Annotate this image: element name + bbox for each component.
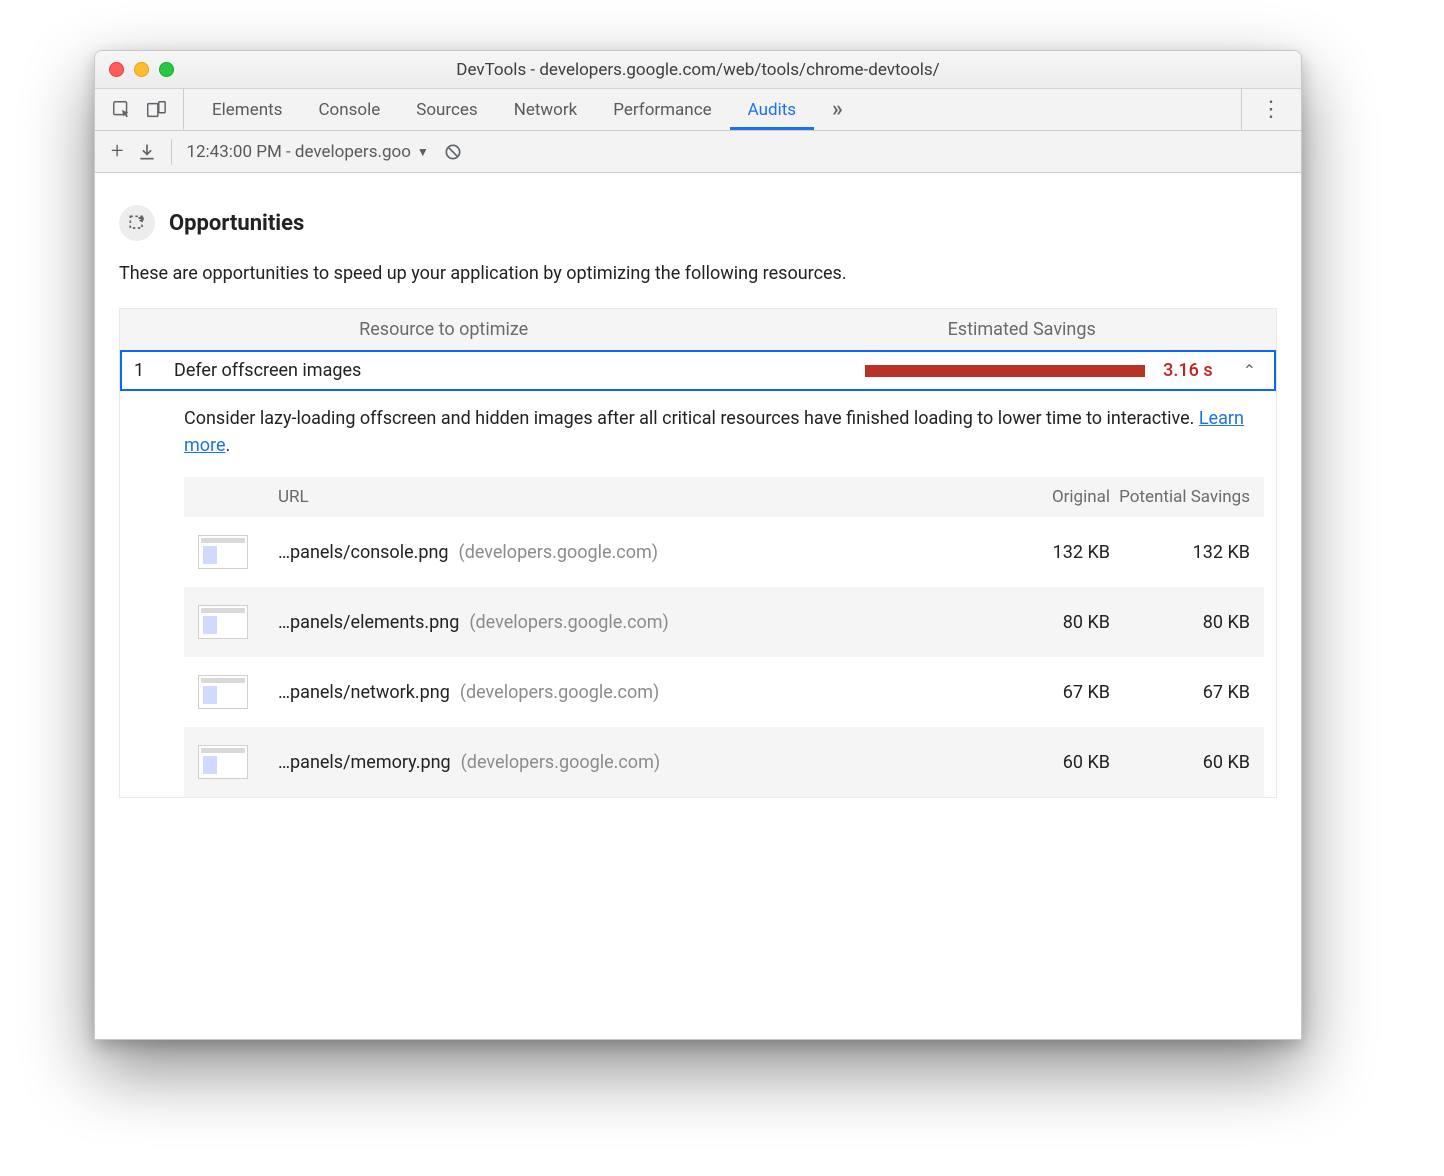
audits-toolbar: + 12:43:00 PM - developers.goo ▼	[95, 131, 1301, 173]
resource-savings: 132 KB	[1110, 542, 1250, 563]
audit-run-selector[interactable]: 12:43:00 PM - developers.goo ▼	[186, 142, 428, 162]
opportunity-name: Defer offscreen images	[174, 360, 766, 381]
devtools-window: DevTools - developers.google.com/web/too…	[94, 50, 1302, 1040]
resources-table-head: URL Original Potential Savings	[184, 477, 1264, 517]
clear-audit-button[interactable]	[443, 142, 463, 162]
dropdown-caret-icon: ▼	[417, 145, 429, 159]
audit-run-label: 12:43:00 PM - developers.goo	[186, 142, 410, 162]
resource-original: 80 KB	[970, 612, 1110, 633]
toggle-device-toolbar-icon[interactable]	[145, 99, 167, 121]
download-report-button[interactable]	[137, 142, 157, 162]
resource-thumbnail	[198, 675, 248, 709]
col-resource-to-optimize: Resource to optimize	[120, 309, 767, 350]
resource-savings: 60 KB	[1110, 752, 1250, 773]
opportunity-index: 1	[134, 360, 174, 381]
opportunities-table: Resource to optimize Estimated Savings 1…	[119, 308, 1277, 798]
resource-original: 60 KB	[970, 752, 1110, 773]
devtools-settings-menu[interactable]: ⋮	[1241, 89, 1301, 130]
detail-text-pre: Consider lazy-loading offscreen and hidd…	[184, 408, 1199, 429]
opportunities-table-head: Resource to optimize Estimated Savings	[120, 309, 1276, 350]
col-url: URL	[278, 487, 970, 507]
toolbar-separator	[171, 139, 172, 165]
close-window-button[interactable]	[109, 62, 124, 77]
resource-path: …panels/console.png	[278, 542, 449, 563]
col-original: Original	[970, 487, 1110, 507]
tab-audits[interactable]: Audits	[730, 89, 814, 130]
resource-savings: 80 KB	[1110, 612, 1250, 633]
resource-host: (developers.google.com)	[469, 612, 668, 633]
devtools-tabs-bar: Elements Console Sources Network Perform…	[95, 89, 1301, 131]
opportunities-header: + Opportunities	[119, 205, 1277, 241]
resource-original: 132 KB	[970, 542, 1110, 563]
opportunity-row[interactable]: 1 Defer offscreen images 3.16 s ⌃	[120, 350, 1276, 391]
resource-host: (developers.google.com)	[460, 682, 659, 703]
traffic-lights	[95, 62, 174, 77]
detail-text-post: .	[226, 435, 231, 456]
resource-thumbnail	[198, 535, 248, 569]
resource-host: (developers.google.com)	[459, 542, 658, 563]
tab-network[interactable]: Network	[496, 89, 596, 130]
resource-row[interactable]: …panels/console.png (developers.google.c…	[184, 517, 1264, 587]
resource-host: (developers.google.com)	[461, 752, 660, 773]
col-estimated-savings: Estimated Savings	[767, 309, 1276, 350]
resource-thumbnail	[198, 745, 248, 779]
resource-original: 67 KB	[970, 682, 1110, 703]
resource-path: …panels/network.png	[278, 682, 450, 703]
savings-bar	[865, 365, 1145, 377]
resource-thumbnail	[198, 605, 248, 639]
new-audit-button[interactable]: +	[111, 139, 123, 164]
col-potential-savings: Potential Savings	[1110, 487, 1250, 507]
resource-row[interactable]: …panels/elements.png (developers.google.…	[184, 587, 1264, 657]
chevron-up-icon: ⌃	[1231, 361, 1262, 380]
resource-path: …panels/elements.png	[278, 612, 459, 633]
zoom-window-button[interactable]	[159, 62, 174, 77]
titlebar: DevTools - developers.google.com/web/too…	[95, 51, 1301, 89]
opportunity-detail-text: Consider lazy-loading offscreen and hidd…	[184, 405, 1264, 459]
tab-elements[interactable]: Elements	[194, 89, 300, 130]
opportunities-description: These are opportunities to speed up your…	[119, 263, 1277, 284]
tab-console[interactable]: Console	[300, 89, 398, 130]
audits-content: + Opportunities These are opportunities …	[95, 173, 1301, 1039]
inspect-element-icon[interactable]	[111, 99, 133, 121]
minimize-window-button[interactable]	[134, 62, 149, 77]
opportunities-title: Opportunities	[169, 211, 304, 236]
tab-performance[interactable]: Performance	[595, 89, 729, 130]
savings-time: 3.16 s	[1163, 360, 1212, 381]
opportunity-savings: 3.16 s ⌃	[766, 360, 1262, 381]
kebab-menu-icon: ⋮	[1260, 97, 1283, 122]
resource-path: …panels/memory.png	[278, 752, 451, 773]
opportunity-detail: Consider lazy-loading offscreen and hidd…	[120, 391, 1276, 797]
devtools-tabs: Elements Console Sources Network Perform…	[184, 89, 1241, 130]
resource-row[interactable]: …panels/network.png (developers.google.c…	[184, 657, 1264, 727]
resources-table: URL Original Potential Savings …panels/c…	[184, 477, 1264, 797]
window-title: DevTools - developers.google.com/web/too…	[95, 60, 1301, 80]
tabs-overflow-icon[interactable]: »	[814, 97, 861, 122]
resource-savings: 67 KB	[1110, 682, 1250, 703]
opportunities-icon: +	[119, 205, 155, 241]
svg-text:+: +	[139, 213, 145, 224]
tab-sources[interactable]: Sources	[398, 89, 495, 130]
resource-row[interactable]: …panels/memory.png (developers.google.co…	[184, 727, 1264, 797]
